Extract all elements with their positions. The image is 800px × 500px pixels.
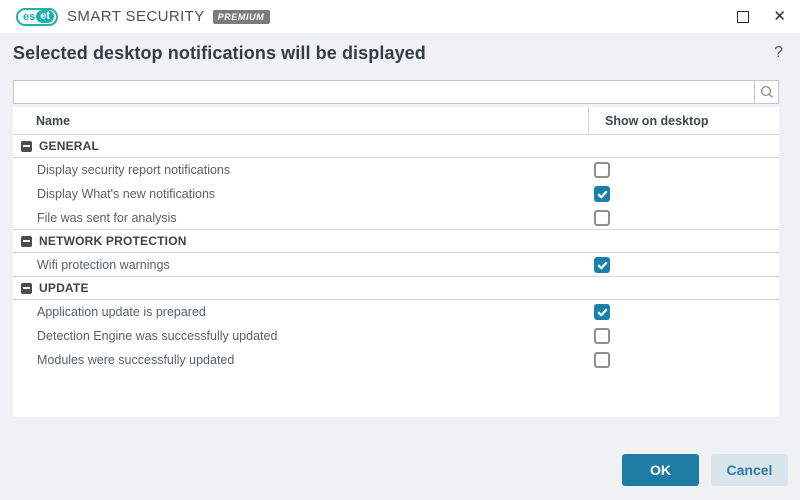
close-icon[interactable]: ✕ <box>773 9 786 24</box>
checkbox-unchecked[interactable] <box>594 328 610 344</box>
page-title: Selected desktop notifications will be d… <box>13 43 426 64</box>
logo-text-left: es <box>23 10 35 24</box>
checkbox-checked[interactable] <box>594 186 610 202</box>
table-row-display-security-report-notifications[interactable]: Display security report notifications <box>13 158 779 182</box>
titlebar: eset SMART SECURITY PREMIUM ✕ <box>0 0 800 33</box>
logo-text-right: et <box>36 10 54 23</box>
search-icon[interactable] <box>754 81 778 103</box>
table-row-modules-were-successfully-updated[interactable]: Modules were successfully updated <box>13 348 779 372</box>
table-row-detection-engine-was-successfully-updated[interactable]: Detection Engine was successfully update… <box>13 324 779 348</box>
table-header: Name Show on desktop <box>13 107 779 135</box>
collapse-minus-icon[interactable] <box>21 236 32 247</box>
table-row-wifi-protection-warnings[interactable]: Wifi protection warnings <box>13 253 779 277</box>
premium-badge: PREMIUM <box>213 10 271 24</box>
eset-logo-mark: eset <box>16 8 58 26</box>
table-body: GENERAL Display security report notificat… <box>13 134 779 372</box>
page-header: Selected desktop notifications will be d… <box>13 40 783 66</box>
row-label: Display security report notifications <box>37 158 230 182</box>
section-label: NETWORK PROTECTION <box>39 234 187 248</box>
ok-button[interactable]: OK <box>622 454 699 486</box>
checkbox-unchecked[interactable] <box>594 162 610 178</box>
eset-logo: eset SMART SECURITY PREMIUM <box>16 8 270 26</box>
collapse-minus-icon[interactable] <box>21 283 32 294</box>
notifications-table: Name Show on desktop GENERAL Display secu… <box>13 107 779 417</box>
row-label: Application update is prepared <box>37 300 206 324</box>
section-header-general[interactable]: GENERAL <box>13 134 779 158</box>
table-row-display-what-s-new-notifications[interactable]: Display What's new notifications <box>13 182 779 206</box>
help-icon[interactable]: ? <box>774 44 783 62</box>
row-label: Display What's new notifications <box>37 182 215 206</box>
section-label: UPDATE <box>39 281 89 295</box>
row-label: Wifi protection warnings <box>37 253 170 277</box>
row-label: Modules were successfully updated <box>37 348 234 372</box>
table-row-application-update-is-prepared[interactable]: Application update is prepared <box>13 300 779 324</box>
window-controls: ✕ <box>737 0 786 33</box>
row-label: Detection Engine was successfully update… <box>37 324 277 348</box>
checkbox-checked[interactable] <box>594 304 610 320</box>
search-bar <box>13 80 779 104</box>
maximize-icon[interactable] <box>737 11 749 23</box>
checkbox-checked[interactable] <box>594 257 610 273</box>
table-row-file-was-sent-for-analysis[interactable]: File was sent for analysis <box>13 206 779 230</box>
checkbox-unchecked[interactable] <box>594 210 610 226</box>
section-header-network-protection[interactable]: NETWORK PROTECTION <box>13 229 779 253</box>
search-input[interactable] <box>14 81 754 103</box>
cancel-button[interactable]: Cancel <box>711 454 788 486</box>
row-label: File was sent for analysis <box>37 206 177 230</box>
column-header-name[interactable]: Name <box>36 107 70 135</box>
product-name: SMART SECURITY <box>67 8 205 25</box>
checkbox-unchecked[interactable] <box>594 352 610 368</box>
collapse-minus-icon[interactable] <box>21 141 32 152</box>
section-label: GENERAL <box>39 139 99 153</box>
column-header-show-on-desktop[interactable]: Show on desktop <box>588 107 708 134</box>
section-header-update[interactable]: UPDATE <box>13 276 779 300</box>
